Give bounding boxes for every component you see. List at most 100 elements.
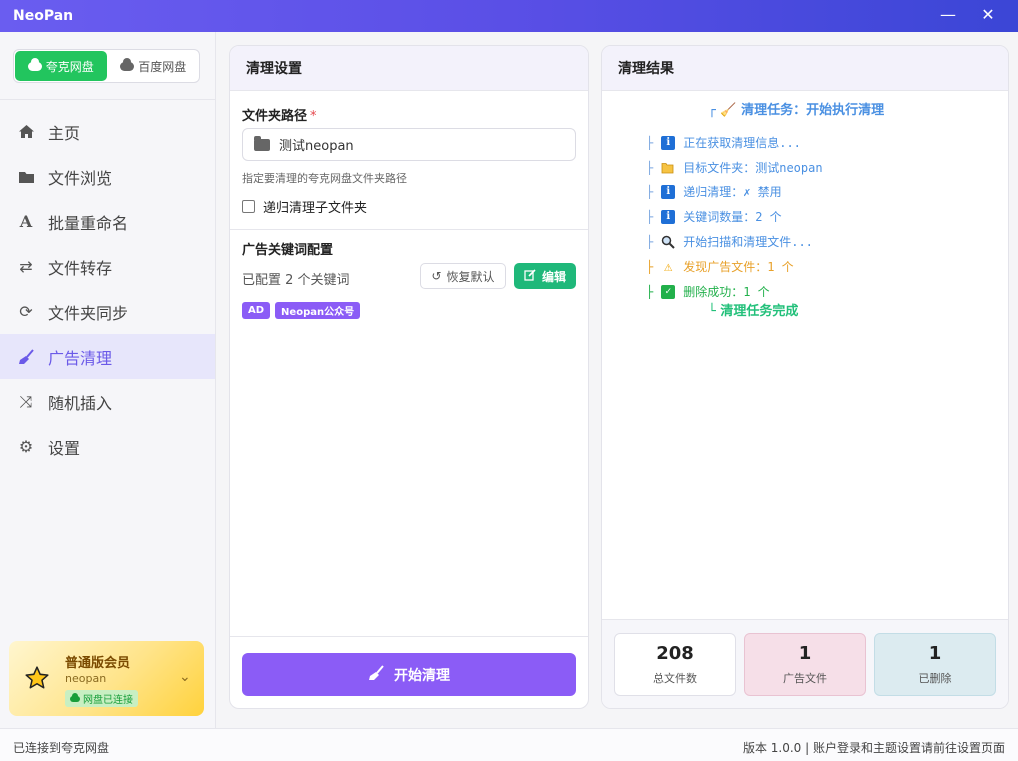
sidebar-item-random-insert[interactable]: ⤨ 随机插入 (0, 379, 215, 424)
sidebar-item-label: 随机插入 (48, 393, 113, 413)
stat-label: 已删除 (918, 672, 952, 685)
keyword-count: 已配置 2 个关键词 (242, 273, 350, 288)
edit-keywords-button[interactable]: 编辑 (514, 263, 576, 289)
disk-tab-baidu[interactable]: 百度网盘 (108, 50, 200, 82)
log-text: 目标文件夹：测试neopan (683, 161, 823, 175)
keyword-tag: AD (242, 302, 271, 319)
restore-default-label: 恢复默认 (446, 269, 495, 284)
close-icon: ✕ (981, 4, 995, 24)
sidebar-divider (0, 99, 215, 100)
sidebar-item-batch-rename[interactable]: A 批量重命名 (0, 199, 215, 244)
title-bar: NeoPan — ✕ (0, 0, 1018, 32)
gear-icon: ⚙ (18, 437, 34, 456)
clean-settings-panel: 清理设置 文件夹路径 * 测试neopan 指定要清理的夸克网盘文件夹路径 递归清… (229, 45, 589, 709)
log-line: ├ ⚠ 发现广告文件：1 个 (646, 258, 794, 275)
folder-open-icon (661, 161, 675, 175)
magnifier-icon (661, 235, 675, 249)
tree-branch: ├ (646, 135, 654, 150)
disk-tab-label: 百度网盘 (138, 59, 187, 74)
stat-total-files: 208 总文件数 (614, 633, 736, 696)
font-icon: A (19, 212, 33, 231)
close-button[interactable]: ✕ (968, 0, 1008, 28)
folder-icon (17, 170, 35, 184)
log-text: 删除成功：1 个 (683, 285, 770, 299)
connection-badge: 网盘已连接 (65, 690, 138, 707)
sidebar-item-label: 文件浏览 (48, 168, 113, 188)
stat-value: 208 (656, 643, 694, 664)
nav-menu: 主页 文件浏览 A 批量重命名 ⇄ 文件转存 ⟳ 文件夹同步 广告清理 ⤨ 随机… (0, 109, 215, 469)
tree-branch: ├ (646, 209, 654, 224)
log-text: 关键词数量：2 个 (683, 210, 782, 224)
keyword-tag: Neopan公众号 (275, 302, 361, 319)
sidebar-item-file-transfer[interactable]: ⇄ 文件转存 (0, 244, 215, 289)
shuffle-icon: ⤨ (19, 391, 33, 411)
disk-tab-quark[interactable]: 夸克网盘 (15, 51, 107, 81)
log-line: ├ 开始扫描和清理文件... (646, 233, 813, 250)
required-mark: * (310, 109, 317, 124)
info-icon: i (661, 209, 676, 224)
chevron-down-icon[interactable]: ⌄ (179, 669, 191, 685)
sidebar: 夸克网盘 百度网盘 主页 文件浏览 A 批量重命名 ⇄ 文件转存 ⟳ 文件夹同步… (0, 32, 216, 728)
log-text: 正在获取清理信息... (683, 136, 801, 150)
edit-keywords-label: 编辑 (541, 269, 566, 284)
log-time: 14:10:04 (620, 302, 673, 316)
panel-title: 清理设置 (230, 46, 588, 91)
star-icon (24, 665, 50, 698)
sidebar-item-ad-clean[interactable]: 广告清理 (0, 334, 215, 379)
keyword-tags: AD Neopan公众号 (242, 302, 361, 319)
sidebar-item-label: 主页 (48, 123, 81, 143)
log-text: 开始扫描和清理文件... (683, 235, 813, 249)
log-text: 发现广告文件：1 个 (683, 260, 794, 274)
keyword-config-title: 广告关键词配置 (242, 243, 334, 258)
sidebar-item-home[interactable]: 主页 (0, 109, 215, 154)
folder-icon (254, 135, 270, 151)
section-divider (230, 229, 588, 230)
stat-label: 广告文件 (783, 672, 827, 685)
log-line: ├ i 正在获取清理信息... (646, 134, 801, 151)
log-text: 递归清理：✗ 禁用 (683, 185, 782, 199)
sidebar-item-settings[interactable]: ⚙ 设置 (0, 424, 215, 469)
status-version: 版本 1.0.0 | 账户登录和主题设置请前往设置页面 (742, 741, 1005, 755)
sync-icon: ⟳ (19, 302, 33, 321)
sidebar-item-label: 设置 (48, 438, 81, 458)
clean-result-panel: 清理结果 14:10:03 ┌ 🧹 清理任务：开始执行清理 ├ i 正在获取清理… (601, 45, 1009, 709)
start-clean-button[interactable]: 开始清理 (242, 653, 576, 696)
footer-divider (230, 636, 588, 637)
tree-branch: ├ (646, 234, 654, 249)
folder-path-input[interactable]: 测试neopan (242, 128, 576, 161)
cloud-icon (70, 692, 80, 702)
disk-tab-label: 夸克网盘 (45, 59, 94, 74)
recursive-checkbox[interactable] (242, 200, 255, 213)
info-icon: i (661, 135, 676, 150)
member-level: 普通版会员 (65, 656, 131, 671)
check-icon: ✓ (661, 284, 676, 299)
log-text: ┌ 🧹 清理任务：开始执行清理 (708, 102, 885, 118)
log-line: ├ i 递归清理：✗ 禁用 (646, 183, 782, 200)
tree-branch: ├ (646, 160, 654, 175)
tree-branch: ├ (646, 184, 654, 199)
folder-path-label-text: 文件夹路径 (242, 109, 308, 124)
tree-branch: ├ (646, 259, 654, 274)
sidebar-item-file-browse[interactable]: 文件浏览 (0, 154, 215, 199)
member-card[interactable]: 普通版会员 neopan 网盘已连接 ⌄ (9, 641, 204, 716)
broom-icon (17, 348, 35, 365)
minimize-button[interactable]: — (928, 0, 968, 28)
stat-ad-files: 1 广告文件 (744, 633, 866, 696)
cloud-icon (120, 57, 135, 71)
log-time: 14:10:03 (620, 101, 673, 115)
restore-default-button[interactable]: ↺ 恢复默认 (420, 263, 506, 289)
broom-icon (368, 664, 385, 685)
log-line: ├ ✓ 删除成功：1 个 (646, 283, 770, 300)
panel-title: 清理结果 (602, 46, 1008, 91)
start-clean-label: 开始清理 (394, 667, 450, 684)
home-icon (17, 124, 35, 139)
sidebar-item-label: 批量重命名 (48, 213, 129, 233)
info-icon: i (661, 184, 676, 199)
warning-icon: ⚠ (664, 258, 673, 275)
cloud-icon (27, 57, 42, 71)
stat-deleted: 1 已删除 (874, 633, 996, 696)
recursive-option[interactable]: 递归清理子文件夹 (242, 197, 367, 216)
sidebar-item-folder-sync[interactable]: ⟳ 文件夹同步 (0, 289, 215, 334)
edit-icon (524, 268, 536, 284)
sidebar-item-label: 文件夹同步 (48, 303, 129, 323)
